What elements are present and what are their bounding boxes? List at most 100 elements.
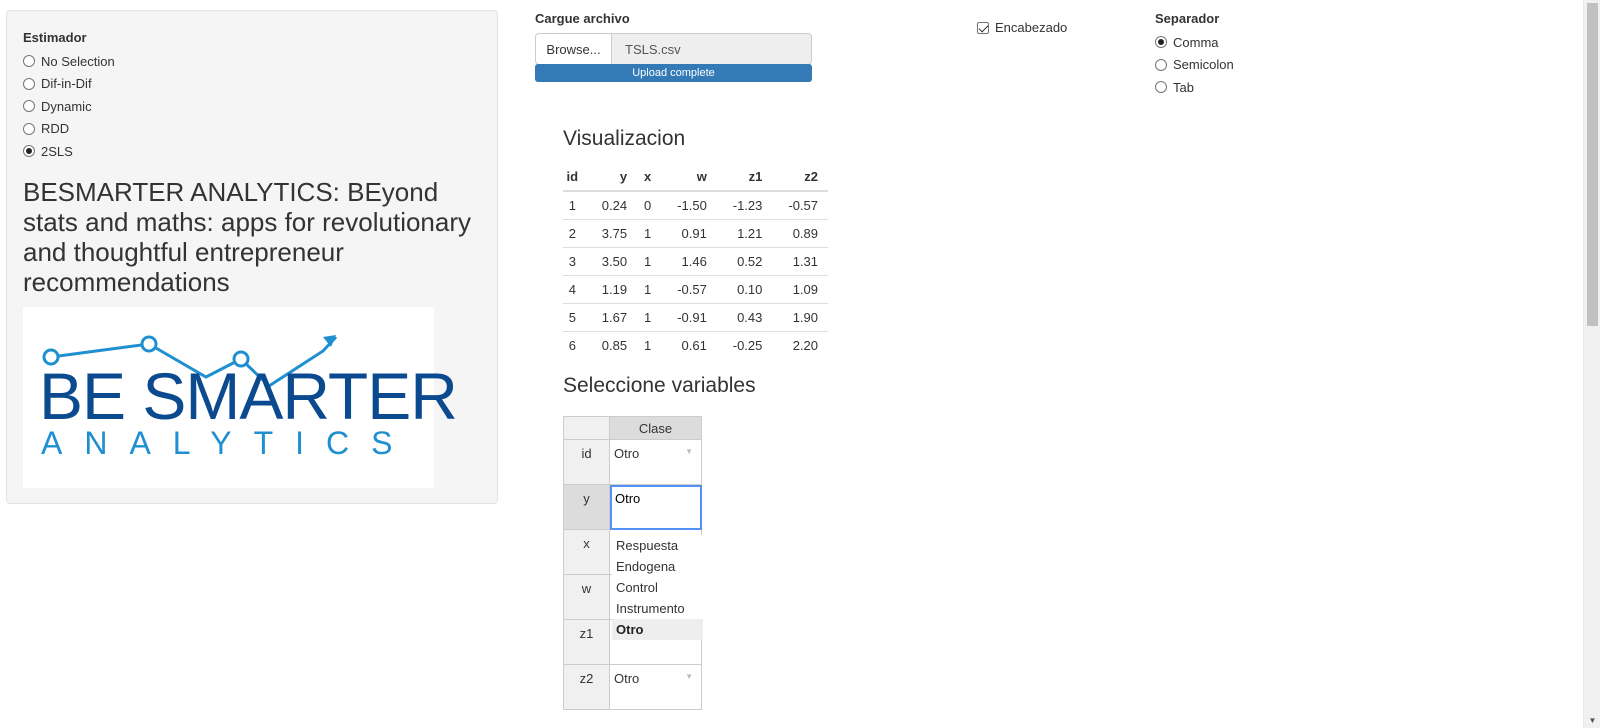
dropdown-option[interactable]: Control — [612, 577, 703, 598]
table-cell: 1.21 — [716, 218, 773, 247]
grid-corner — [563, 416, 610, 440]
table-cell: -1.50 — [661, 190, 717, 219]
class-cell[interactable]: Otro — [610, 485, 702, 530]
sidebar-panel: Estimador No Selection Dif-in-Dif Dynamic R… — [6, 10, 498, 504]
table-cell: 0.10 — [716, 274, 773, 303]
scrollbar-thumb[interactable] — [1587, 3, 1598, 326]
grid-row: y Otro — [563, 485, 702, 530]
grid-column-header: Clase — [610, 416, 702, 440]
separator-radio[interactable] — [1155, 58, 1167, 71]
table-cell: 0.24 — [587, 190, 638, 219]
estimator-radio[interactable] — [23, 55, 35, 67]
page-scrollbar[interactable]: ▼ — [1583, 0, 1600, 728]
grid-row-header: z2 — [563, 665, 610, 710]
table-cell: 1 — [637, 246, 662, 275]
table-cell: 0 — [637, 190, 662, 219]
file-name-field[interactable]: TSLS.csv — [612, 33, 812, 65]
estimator-option-label: RDD — [41, 121, 70, 137]
separator-option[interactable]: Semicolon — [1155, 56, 1234, 74]
table-cell: 1 — [637, 218, 662, 247]
table-cell: 0.52 — [716, 246, 773, 275]
table-cell: 4 — [563, 274, 588, 303]
table-column-header: x — [637, 163, 662, 192]
data-preview-table: id y x w z1 z2 1 0.24 0 -1.50 -1.23 -0.57 2 3.75 1 0.9… — [563, 163, 828, 359]
grid-row-header: x — [563, 530, 610, 575]
estimator-option-label: No Selection — [41, 53, 115, 69]
class-dropdown-list: Respuesta Endogena Control Instrumento Otro — [612, 535, 703, 640]
estimator-radio[interactable] — [23, 77, 35, 90]
upload-progress: Upload complete — [535, 64, 812, 82]
visualization-title: Visualizacion — [563, 127, 686, 150]
dropdown-arrow-icon[interactable]: ▼ — [685, 672, 693, 681]
table-row: 4 1.19 1 -0.57 0.10 1.09 — [563, 274, 828, 303]
table-cell: -1.23 — [716, 190, 773, 219]
estimator-option[interactable]: Dynamic — [23, 97, 92, 115]
dropdown-option[interactable]: Instrumento — [612, 598, 703, 619]
table-cell: 1.90 — [772, 302, 828, 331]
table-cell: -0.91 — [661, 302, 717, 331]
browse-button[interactable]: Browse... — [535, 33, 612, 65]
table-cell: 3.75 — [587, 218, 638, 247]
table-cell: 2 — [563, 218, 588, 247]
header-checkbox-label: Encabezado — [995, 20, 1068, 35]
be-smarter-logo: BE SMARTER ANALYTICS — [23, 307, 458, 488]
class-cell[interactable]: Otro ▼ — [610, 440, 702, 485]
table-column-header: z2 — [772, 163, 828, 192]
logo-text-secondary: ANALYTICS — [41, 425, 415, 461]
dropdown-arrow-icon[interactable]: ▼ — [685, 447, 693, 456]
header-checkbox[interactable] — [977, 21, 989, 34]
separator-radio[interactable] — [1155, 81, 1167, 94]
table-row: 1 0.24 0 -1.50 -1.23 -0.57 — [563, 190, 828, 219]
estimator-option[interactable]: RDD — [23, 120, 69, 138]
separator-option-label: Semicolon — [1173, 57, 1234, 73]
estimator-option[interactable]: 2SLS — [23, 142, 73, 160]
estimator-radio[interactable] — [23, 122, 35, 135]
brand-title: BESMARTER ANALYTICS: BEyond stats and ma… — [23, 177, 472, 297]
table-cell: 0.89 — [772, 218, 828, 247]
grid-row: z2 Otro ▼ — [563, 665, 702, 710]
table-cell: 1.67 — [587, 302, 638, 331]
table-cell: 1 — [563, 190, 588, 219]
table-cell: 1.19 — [587, 274, 638, 303]
table-cell: 0.91 — [661, 218, 717, 247]
class-cell-value: Otro — [615, 491, 641, 506]
separator-option[interactable]: Comma — [1155, 33, 1219, 51]
file-upload-group: Browse... TSLS.csv — [535, 33, 812, 65]
table-row: 5 1.67 1 -0.91 0.43 1.90 — [563, 302, 828, 331]
logo-text-primary: BE SMARTER — [39, 359, 458, 433]
separator-radio[interactable] — [1155, 36, 1167, 48]
upload-progress-bar: Upload complete — [535, 64, 812, 82]
table-column-header: y — [587, 163, 638, 192]
table-cell: 1 — [637, 330, 662, 359]
table-cell: 1 — [637, 302, 662, 331]
upload-label: Cargue archivo — [535, 11, 630, 26]
dropdown-option[interactable]: Otro — [612, 619, 703, 640]
table-cell: 1.09 — [772, 274, 828, 303]
estimator-option-label: Dynamic — [41, 98, 92, 114]
table-row: 2 3.75 1 0.91 1.21 0.89 — [563, 218, 828, 247]
table-cell: 1.31 — [772, 246, 828, 275]
dropdown-option[interactable]: Respuesta — [612, 535, 703, 556]
class-cell-value: Otro — [614, 671, 640, 686]
estimator-radio[interactable] — [23, 145, 35, 158]
separator-option-label: Comma — [1173, 34, 1219, 50]
estimator-option[interactable]: No Selection — [23, 52, 115, 70]
table-cell: 3 — [563, 246, 588, 275]
table-cell: -0.57 — [772, 190, 828, 219]
class-cell-value: Otro — [614, 446, 640, 461]
grid-row: id Otro ▼ — [563, 440, 702, 485]
separator-option[interactable]: Tab — [1155, 78, 1194, 96]
class-cell[interactable]: Otro ▼ — [610, 665, 702, 710]
table-row: 6 0.85 1 0.61 -0.25 2.20 — [563, 330, 828, 359]
scroll-down-icon[interactable]: ▼ — [1584, 714, 1600, 728]
grid-row-header: w — [563, 575, 610, 620]
estimator-radio[interactable] — [23, 100, 35, 113]
table-cell: 0.85 — [587, 330, 638, 359]
grid-row-header: id — [563, 440, 610, 485]
header-checkbox-row[interactable]: Encabezado — [977, 20, 1067, 35]
table-cell: 0.43 — [716, 302, 773, 331]
dropdown-option[interactable]: Endogena — [612, 556, 703, 577]
estimator-option[interactable]: Dif-in-Dif — [23, 75, 92, 93]
table-column-header: z1 — [716, 163, 773, 192]
estimator-option-label: Dif-in-Dif — [41, 76, 92, 92]
